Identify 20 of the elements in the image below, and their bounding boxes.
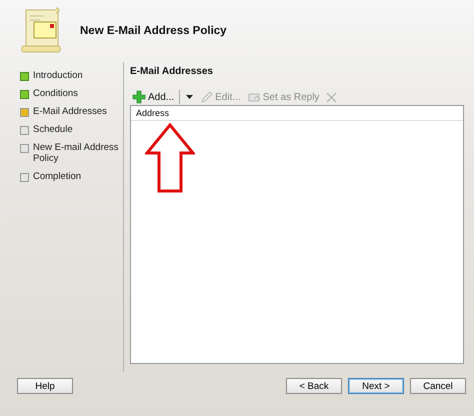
column-header[interactable]: Address [136,108,170,118]
add-button[interactable]: Add... [130,89,176,105]
pencil-icon [201,91,214,103]
up-arrow-icon [145,123,195,193]
next-button[interactable]: Next > [348,378,404,394]
section-title: E-Mail Addresses [130,66,214,77]
help-button[interactable]: Help [17,378,73,394]
window-title: New E-Mail Address Policy [80,25,227,37]
plus-icon [132,90,146,104]
envelope-icon [248,91,261,103]
step-label[interactable]: Conditions [33,88,78,99]
step-label[interactable]: New E-mail Address Policy [33,142,123,164]
step-label[interactable]: Introduction [33,70,83,81]
close-icon [326,92,338,102]
step-label[interactable]: Schedule [33,124,73,135]
cancel-button[interactable]: Cancel [410,378,466,394]
caret-icon [186,95,194,99]
back-button[interactable]: < Back [286,378,342,394]
step-label[interactable]: E-Mail Addresses [33,106,107,117]
step-label[interactable]: Completion [33,171,82,182]
